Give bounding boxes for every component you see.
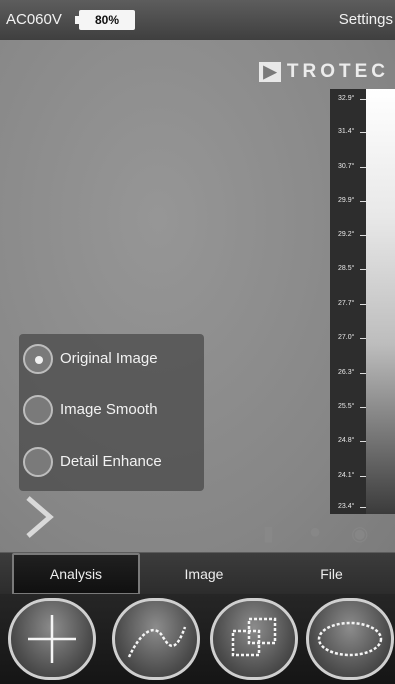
scale-label: 25.5° — [338, 403, 368, 410]
thermometer-icon[interactable]: ▮ — [263, 521, 274, 546]
scale-label: 24.8° — [338, 437, 368, 444]
scale-label: 28.5° — [338, 265, 368, 272]
scale-label: 27.7° — [338, 300, 368, 307]
mode-option-image-smooth[interactable]: Image Smooth — [23, 393, 203, 431]
radio-selected-icon[interactable] — [23, 344, 53, 374]
mode-label: Detail Enhance — [60, 453, 162, 470]
tab-label: Analysis — [49, 566, 103, 582]
crosshair-icon — [28, 615, 76, 663]
scale-label: 29.2° — [338, 231, 368, 238]
crosshair-tool-button[interactable] — [8, 598, 96, 680]
analysis-toolbar — [0, 594, 395, 684]
radio-unselected-icon[interactable] — [23, 447, 53, 477]
ellipse-icon — [317, 621, 383, 657]
mode-option-original-image[interactable]: Original Image — [23, 342, 203, 380]
temperature-scale-labels: 32.9° 31.4° 30.7° 29.9° 29.2° 28.5° 27.7… — [330, 89, 368, 514]
scale-label: 30.7° — [338, 163, 368, 170]
status-bar: AC060V 80% Settings — [0, 0, 395, 40]
image-mode-panel: Original Image Image Smooth Detail Enhan… — [19, 334, 204, 491]
device-name: AC060V — [6, 11, 62, 28]
radio-unselected-icon[interactable] — [23, 395, 53, 425]
radio-dot-icon — [35, 356, 43, 364]
battery-indicator: 80% — [75, 10, 135, 30]
camera-icon[interactable]: ◉ — [351, 521, 368, 546]
tab-analysis[interactable]: Analysis — [12, 553, 140, 595]
scale-label: 23.4° — [338, 503, 368, 510]
mode-label: Image Smooth — [60, 401, 158, 418]
scale-label: 24.1° — [338, 472, 368, 479]
ellipse-tool-button[interactable] — [306, 598, 394, 680]
scale-label: 31.4° — [338, 128, 368, 135]
tab-image[interactable]: Image — [140, 553, 268, 595]
tab-file[interactable]: File — [268, 553, 395, 595]
brand-logo: ▶ TROTEC — [258, 61, 389, 83]
line-tool-button[interactable] — [112, 598, 200, 680]
battery-percentage: 80% — [94, 13, 120, 27]
tab-label: File — [320, 566, 343, 582]
settings-button[interactable]: Settings — [339, 11, 393, 28]
tab-bar: Analysis Image File — [0, 552, 395, 595]
scale-label: 32.9° — [338, 95, 368, 102]
rectangle-tool-button[interactable] — [210, 598, 298, 680]
brand-text: TROTEC — [286, 61, 389, 82]
scale-label: 26.3° — [338, 369, 368, 376]
brand-mark-icon: ▶ — [258, 62, 281, 82]
scale-label: 29.9° — [338, 197, 368, 204]
mode-label: Original Image — [60, 350, 158, 367]
temperature-color-bar — [366, 89, 395, 514]
scale-label: 27.0° — [338, 334, 368, 341]
rectangle-icon — [231, 617, 277, 657]
line-icon — [127, 626, 187, 658]
flash-icon[interactable]: ● — [309, 521, 321, 544]
thermal-image-viewer[interactable]: ▶ TROTEC 32.9° 31.4° 30.7° 29.9° 29.2° 2… — [0, 40, 395, 552]
tab-label: Image — [184, 566, 224, 582]
collapse-panel-button[interactable] — [24, 496, 54, 538]
mode-option-detail-enhance[interactable]: Detail Enhance — [23, 445, 203, 483]
